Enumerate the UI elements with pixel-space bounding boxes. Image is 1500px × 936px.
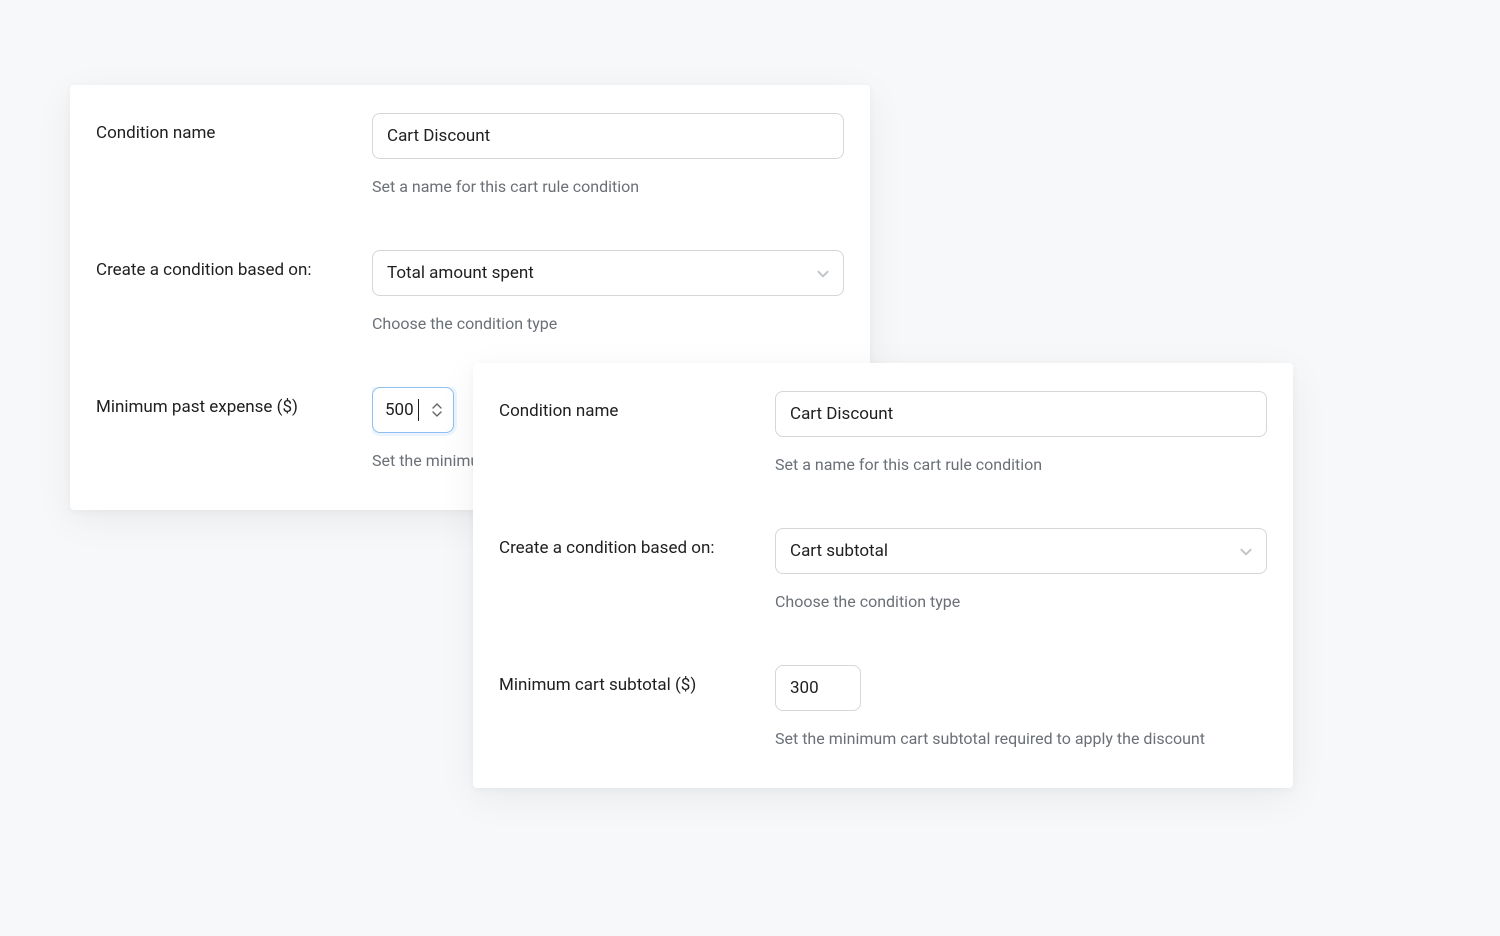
min-subtotal-input-wrap [775, 665, 861, 711]
label-col: Create a condition based on: [499, 528, 775, 558]
label-col: Create a condition based on: [96, 250, 372, 280]
field-col: Set a name for this cart rule condition [775, 391, 1267, 474]
label-col: Condition name [96, 113, 372, 143]
select-value-text: Total amount spent [387, 263, 534, 283]
select-value-text: Cart subtotal [790, 541, 888, 561]
field-row-condition-basis: Create a condition based on: Cart subtot… [499, 528, 1267, 611]
field-col: Cart subtotal Choose the condition type [775, 528, 1267, 611]
field-row-condition-name: Condition name Set a name for this cart … [499, 391, 1267, 474]
text-cursor [418, 399, 419, 421]
field-row-condition-name: Condition name Set a name for this cart … [96, 113, 844, 196]
min-subtotal-input[interactable] [775, 665, 861, 711]
condition-name-label: Condition name [499, 401, 618, 421]
field-col: Set the minimum cart subtotal required t… [775, 665, 1267, 748]
min-subtotal-helper: Set the minimum cart subtotal required t… [775, 729, 1267, 748]
condition-basis-selected: Cart subtotal [775, 528, 1267, 574]
condition-basis-select[interactable]: Cart subtotal [775, 528, 1267, 574]
condition-name-input[interactable] [372, 113, 844, 159]
label-col: Minimum cart subtotal ($) [499, 665, 775, 695]
label-col: Minimum past expense ($) [96, 387, 372, 417]
label-col: Condition name [499, 391, 775, 421]
condition-name-helper: Set a name for this cart rule condition [775, 455, 1267, 474]
condition-basis-selected: Total amount spent [372, 250, 844, 296]
condition-name-label: Condition name [96, 123, 215, 143]
field-col: Total amount spent Choose the condition … [372, 250, 844, 333]
condition-basis-label: Create a condition based on: [96, 260, 311, 280]
field-row-min-subtotal: Minimum cart subtotal ($) Set the minimu… [499, 665, 1267, 748]
condition-basis-select[interactable]: Total amount spent [372, 250, 844, 296]
field-col: Set a name for this cart rule condition [372, 113, 844, 196]
min-expense-label: Minimum past expense ($) [96, 397, 298, 417]
min-subtotal-label: Minimum cart subtotal ($) [499, 675, 696, 695]
condition-basis-helper: Choose the condition type [775, 592, 1267, 611]
condition-name-input[interactable] [775, 391, 1267, 437]
field-row-condition-basis: Create a condition based on: Total amoun… [96, 250, 844, 333]
min-expense-input-wrap [372, 387, 454, 433]
number-stepper-icon[interactable] [432, 398, 448, 422]
condition-basis-label: Create a condition based on: [499, 538, 714, 558]
condition-form-card-cart-subtotal: Condition name Set a name for this cart … [473, 363, 1293, 788]
condition-basis-helper: Choose the condition type [372, 314, 844, 333]
condition-name-helper: Set a name for this cart rule condition [372, 177, 844, 196]
